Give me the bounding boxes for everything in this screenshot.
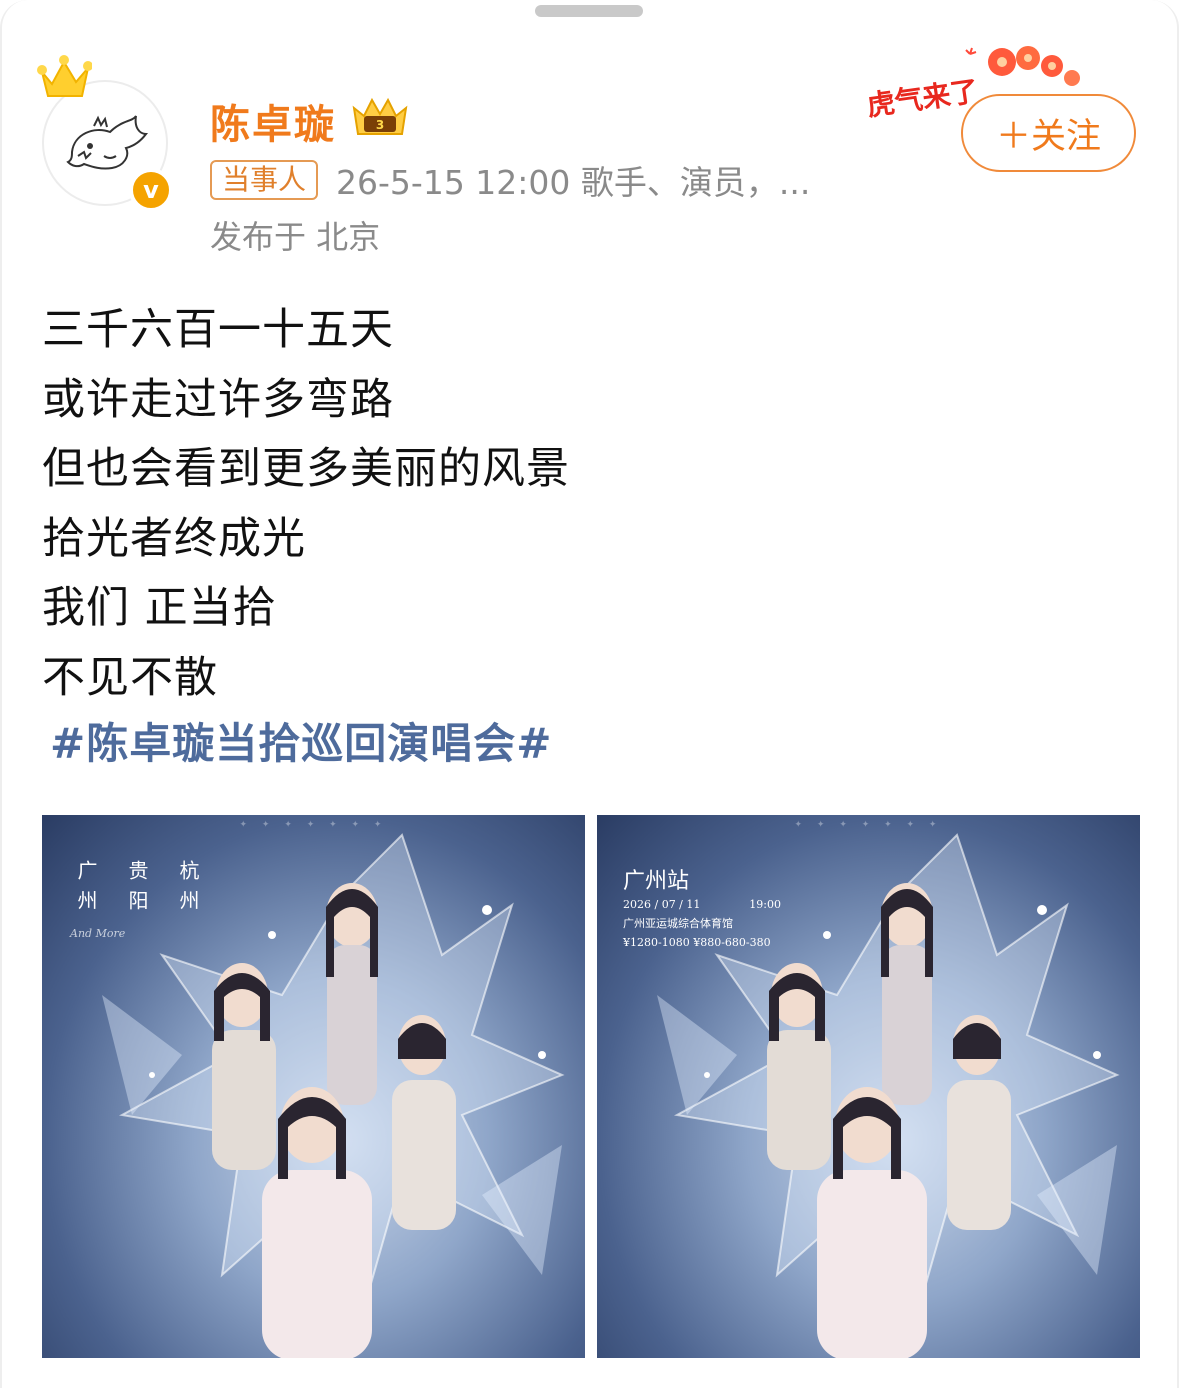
post-line: 拾光者终成光 [42, 513, 306, 564]
poster-top-strip: ✦ ✦ ✦ ✦ ✦ ✦ ✦ [239, 820, 388, 830]
verified-badge-icon: v [129, 168, 173, 212]
poster-venue: 广州亚运城综合体育馆 [623, 917, 733, 930]
post-line: 或许走过许多弯路 [42, 374, 394, 425]
concert-poster-image-1[interactable]: ✦ ✦ ✦ ✦ ✦ ✦ ✦ 广州 贵阳 杭州 And More [42, 815, 585, 1358]
poster-prices: ¥1280-1080 ¥880-680-380 [623, 936, 771, 949]
poster-top-strip: ✦ ✦ ✦ ✦ ✦ ✦ ✦ [794, 820, 943, 830]
post-body: 三千六百一十五天 或许走过许多弯路 但也会看到更多美丽的风景 拾光者终成光 我们… [42, 296, 570, 713]
tag-badge: 当事人 [210, 160, 319, 200]
poster-city-list: 广州 贵阳 杭州 [72, 860, 203, 920]
poster-time: 19:00 [749, 898, 781, 911]
post-location: 发布于 北京 [210, 218, 381, 256]
username[interactable]: 陈卓璇 [210, 92, 336, 150]
post-meta-row: 当事人 26-5-15 12:00 歌手、演员，... [210, 160, 810, 202]
poster-info: 2026 / 07 / 11 19:00 广州亚运城综合体育馆 ¥1280-10… [623, 895, 781, 952]
drag-handle[interactable] [535, 5, 643, 17]
poster-station: 广州站 [623, 869, 690, 894]
poster-city: 贵阳 [125, 860, 149, 920]
topic-hashtag-link[interactable]: #陈卓璇当拾巡回演唱会# [50, 710, 552, 771]
poster-date: 2026 / 07 / 11 [623, 898, 701, 911]
poster-city: 广州 [74, 860, 98, 920]
poster-and-more: And More [70, 927, 126, 940]
post-line: 但也会看到更多美丽的风景 [42, 444, 570, 494]
timestamp-and-bio: 26-5-15 12:00 歌手、演员，... [336, 163, 811, 202]
follow-button[interactable]: ＋关注 [961, 94, 1136, 172]
concert-poster-image-2[interactable]: ✦ ✦ ✦ ✦ ✦ ✦ ✦ 广州站 2026 / 07 / 11 19:00 广… [597, 815, 1140, 1358]
post-line: 不见不散 [42, 652, 218, 703]
crown-icon [37, 55, 92, 97]
post-line: 三千六百一十五天 [42, 305, 394, 355]
svg-text:3: 3 [376, 118, 384, 132]
vip-crown-badge-icon[interactable]: 3 [350, 94, 410, 140]
tiger-deco-text: 虎气来了 [865, 74, 981, 122]
post-line: 我们 正当拾 [42, 583, 277, 633]
poster-city: 杭州 [176, 860, 200, 920]
